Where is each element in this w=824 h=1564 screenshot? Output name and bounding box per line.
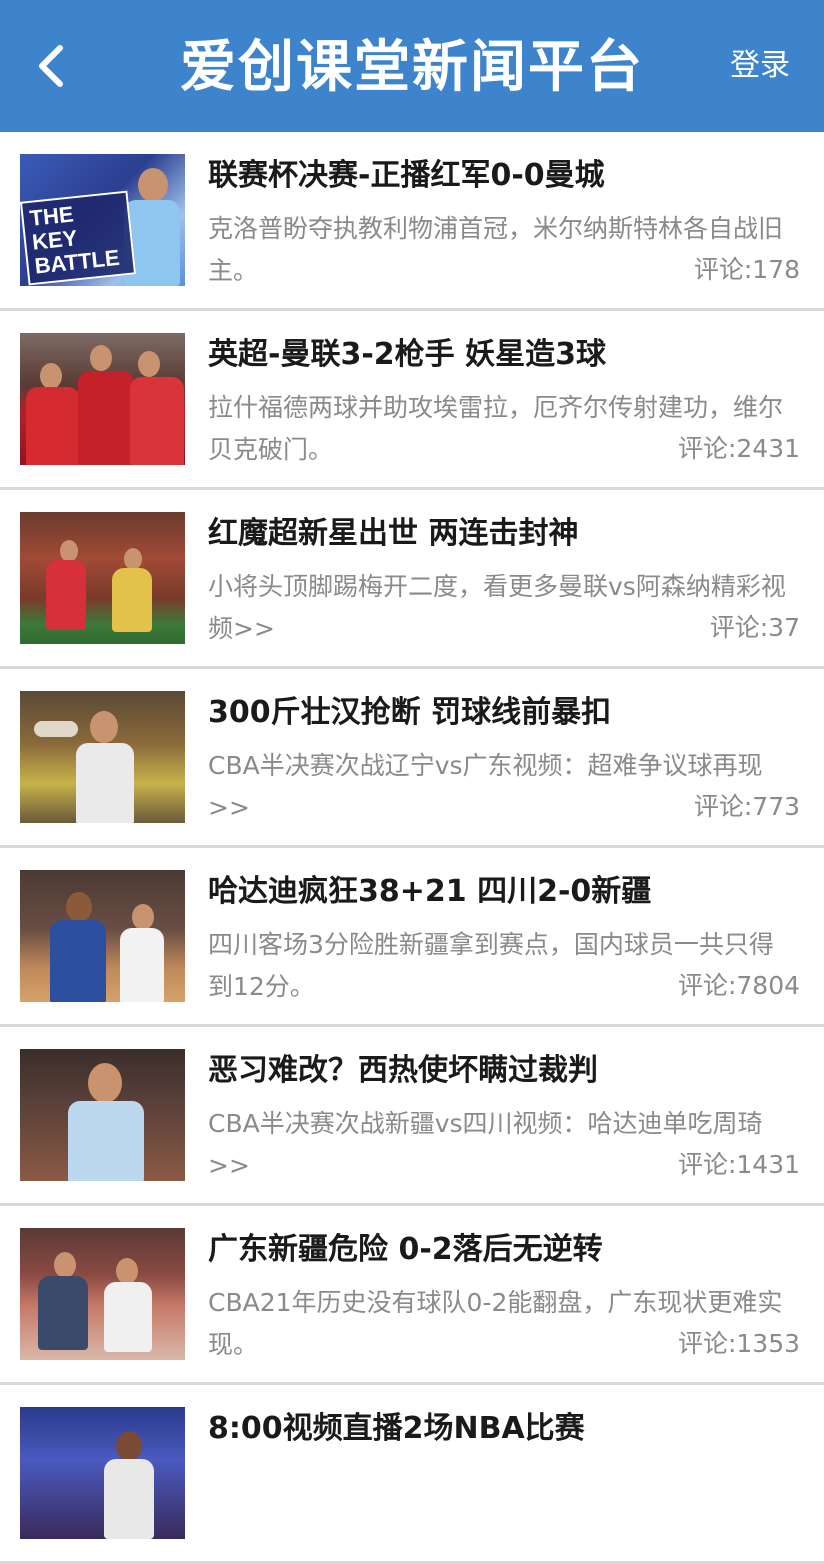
news-thumbnail [20,333,185,465]
news-list: THE KEY BATTLE 联赛杯决赛-正播红军0-0曼城 克洛普盼夺执教利物… [0,132,824,1564]
news-thumbnail [20,1049,185,1181]
news-title: 哈达迪疯狂38+21 四川2-0新疆 [208,874,652,909]
news-title: 广东新疆危险 0-2落后无逆转 [208,1232,603,1267]
news-thumbnail [20,512,185,644]
news-item[interactable]: 8:00视频直播2场NBA比赛 [0,1385,824,1564]
comment-count: 评论:7804 [669,966,800,1006]
news-thumbnail [20,1407,185,1539]
page-title: 爱创课堂新闻平台 [180,35,644,100]
thumbnail-caption: THE KEY BATTLE [20,190,137,286]
news-item[interactable]: 300斤壮汉抢断 罚球线前暴扣 CBA半决赛次战辽宁vs广东视频：超难争议球再现… [0,669,824,848]
news-item[interactable]: 哈达迪疯狂38+21 四川2-0新疆 四川客场3分险胜新疆拿到赛点，国内球员一共… [0,848,824,1027]
comment-count: 评论:178 [685,250,800,290]
news-thumbnail [20,1228,185,1360]
comment-count: 评论:1353 [669,1324,800,1364]
news-item[interactable]: 英超-曼联3-2枪手 妖星造3球 拉什福德两球并助攻埃雷拉，厄齐尔传射建功，维尔… [0,311,824,490]
news-title: 英超-曼联3-2枪手 妖星造3球 [208,337,606,372]
news-thumbnail [20,870,185,1002]
news-title: 联赛杯决赛-正播红军0-0曼城 [208,158,605,193]
news-title: 恶习难改？西热使坏瞒过裁判 [208,1053,598,1088]
comment-count: 评论:773 [685,787,800,827]
news-title: 8:00视频直播2场NBA比赛 [208,1411,585,1446]
news-item[interactable]: 恶习难改？西热使坏瞒过裁判 CBA半决赛次战新疆vs四川视频：哈达迪单吃周琦>>… [0,1027,824,1206]
login-button[interactable]: 登录 [730,44,790,88]
news-title: 红魔超新星出世 两连击封神 [208,516,579,551]
news-item[interactable]: 广东新疆危险 0-2落后无逆转 CBA21年历史没有球队0-2能翻盘，广东现状更… [0,1206,824,1385]
news-thumbnail [20,691,185,823]
comment-count: 评论:1431 [669,1145,800,1185]
comment-count: 评论:37 [701,608,800,648]
comment-count: 评论:2431 [669,429,800,469]
chevron-left-icon [32,42,72,90]
back-button[interactable] [22,36,82,96]
news-item[interactable]: 红魔超新星出世 两连击封神 小将头顶脚踢梅开二度，看更多曼联vs阿森纳精彩视频>… [0,490,824,669]
news-title: 300斤壮汉抢断 罚球线前暴扣 [208,695,612,730]
app-header: 爱创课堂新闻平台 登录 [0,0,824,132]
news-thumbnail: THE KEY BATTLE [20,154,185,286]
news-item[interactable]: THE KEY BATTLE 联赛杯决赛-正播红军0-0曼城 克洛普盼夺执教利物… [0,132,824,311]
